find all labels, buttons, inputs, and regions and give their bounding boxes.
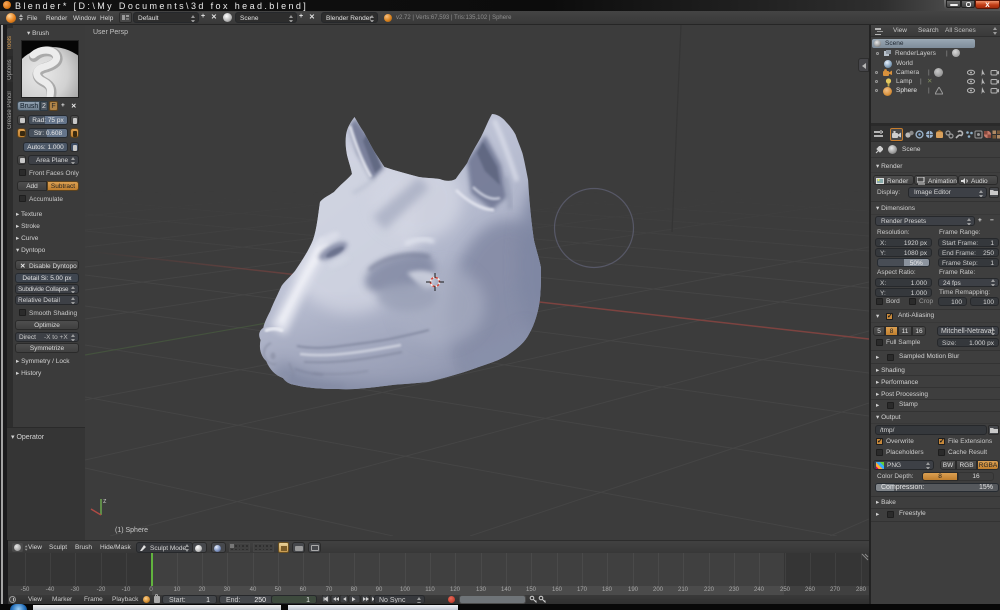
svg-text:z: z — [103, 498, 107, 505]
